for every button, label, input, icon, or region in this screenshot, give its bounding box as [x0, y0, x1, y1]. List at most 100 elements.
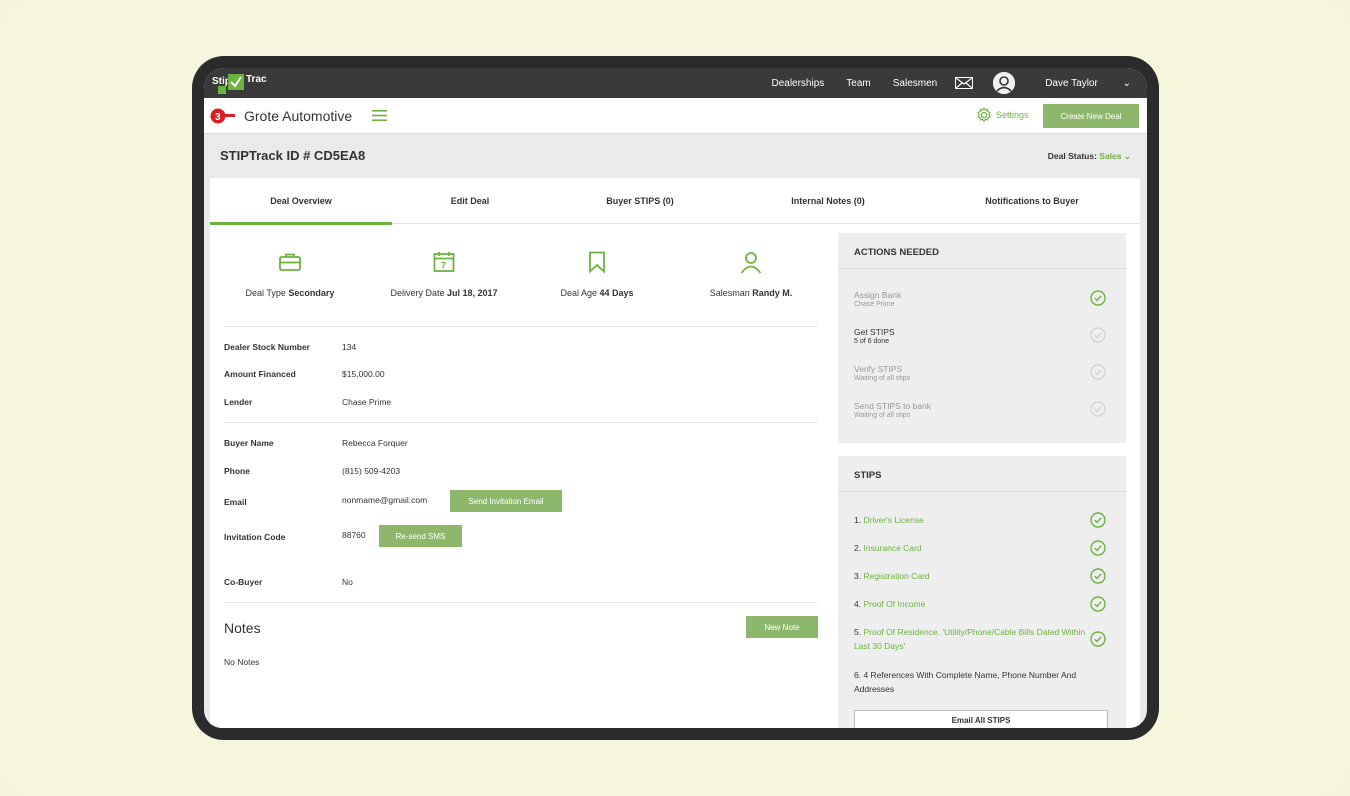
nav-dealerships[interactable]: Dealerships	[771, 78, 824, 89]
stip-link[interactable]: Registration Card	[863, 571, 929, 581]
detail-value: Chase Prime	[342, 397, 392, 407]
stip-number: 6.	[854, 670, 862, 680]
action-subtitle: Waiting of all stips	[854, 412, 911, 419]
stip-number: 3.	[854, 571, 862, 581]
stip-number: 5.	[854, 627, 862, 637]
settings-label: Settings	[996, 110, 1029, 120]
summary-delivery-date-text: Delivery Date Jul 18, 2017	[369, 288, 519, 298]
detail-value: nonmame@gmail.com	[342, 495, 428, 505]
summary-deal-age-text: Deal Age 44 Days	[522, 288, 672, 298]
deal-tabs: Deal Overview Edit Deal Buyer STIPS (0) …	[210, 178, 1140, 225]
stip-item[interactable]: 5. Proof Of Residence. 'Utility/Phone/Ca…	[854, 625, 1106, 653]
action-title: Get STIPS	[854, 327, 895, 337]
check-circle-icon	[1090, 290, 1106, 306]
tablet-frame: Stip Trac Dealerships Team Salesmen Dave…	[192, 56, 1159, 740]
detail-value: (815) 509-4203	[342, 466, 401, 476]
detail-label: Email	[224, 497, 247, 507]
tab-deal-overview[interactable]: Deal Overview	[210, 178, 392, 225]
mail-icon[interactable]	[955, 77, 974, 89]
new-note-button[interactable]: New Note	[746, 616, 818, 638]
summary-delivery-date: 7 Delivery Date Jul 18, 2017	[369, 238, 519, 298]
user-menu-chevron-down-icon: ⌄	[1122, 77, 1131, 89]
check-circle-icon	[1090, 364, 1106, 380]
nav-team[interactable]: Team	[846, 78, 870, 89]
settings-link[interactable]: Settings	[976, 107, 1029, 123]
stiptrac-logo[interactable]: Stip Trac	[210, 70, 270, 96]
stip-item[interactable]: 3. Registration Card	[854, 568, 1114, 584]
action-item-send-stips-to-bank[interactable]: Send STIPS to bank Waiting of all stips	[854, 401, 1114, 419]
deal-panel: Deal Overview Edit Deal Buyer STIPS (0) …	[210, 178, 1140, 728]
user-avatar-icon[interactable]	[993, 72, 1016, 94]
svg-text:3: 3	[215, 112, 221, 123]
actions-needed-title: ACTIONS NEEDED	[838, 233, 1126, 269]
check-circle-icon	[1090, 401, 1106, 417]
stip-number: 2.	[854, 543, 862, 553]
detail-label: Amount Financed	[224, 369, 296, 379]
tab-buyer-stips[interactable]: Buyer STIPS (0)	[548, 178, 732, 224]
summary-deal-type-value: Secondary	[288, 288, 335, 298]
summary-deal-type-text: Deal Type Secondary	[215, 288, 365, 298]
top-nav: Dealerships Team Salesmen Dave Taylor ⌄	[749, 68, 1131, 98]
deal-status-dropdown[interactable]: Deal Status: Sales ⌄	[1048, 151, 1131, 162]
dealer-header: 3 Grote Automotive Settings Create New D…	[204, 98, 1147, 134]
dealer-logo-icon: 3	[210, 108, 235, 124]
stip-item[interactable]: 4. Proof Of Income	[854, 596, 1114, 612]
app-screen: Stip Trac Dealerships Team Salesmen Dave…	[204, 68, 1147, 728]
stip-link[interactable]: Proof Of Income	[863, 599, 925, 609]
briefcase-icon	[279, 253, 301, 271]
calendar-day: 7	[441, 261, 446, 271]
nav-salesmen[interactable]: Salesmen	[893, 78, 937, 89]
user-name: Dave Taylor	[1045, 77, 1098, 89]
gear-icon	[977, 107, 991, 123]
detail-label: Invitation Code	[224, 532, 286, 542]
tab-notifications-to-buyer[interactable]: Notifications to Buyer	[924, 178, 1140, 224]
summary-delivery-date-value: Jul 18, 2017	[447, 288, 498, 298]
tab-edit-deal[interactable]: Edit Deal	[392, 178, 548, 224]
summary-deal-type-label: Deal Type	[245, 288, 286, 298]
stip-item[interactable]: 6. 4 References With Complete Name, Phon…	[854, 668, 1090, 696]
dealer-name: Grote Automotive	[244, 108, 353, 124]
check-circle-icon	[1090, 512, 1106, 528]
top-navbar: Stip Trac Dealerships Team Salesmen Dave…	[204, 68, 1147, 98]
stip-number: 1.	[854, 515, 862, 525]
action-title: Send STIPS to bank	[854, 401, 932, 411]
deal-id-title: STIPTrack ID # CD5EA8	[220, 148, 366, 163]
stip-link[interactable]: Driver's License	[863, 515, 923, 525]
detail-value: Rebecca Forquer	[342, 438, 408, 448]
email-all-stips-button[interactable]: Email All STIPS	[854, 710, 1108, 728]
hamburger-menu-icon[interactable]	[372, 110, 387, 121]
summary-salesman: Salesman Randy M.	[676, 238, 826, 298]
check-circle-icon	[1090, 568, 1106, 584]
detail-label: Co-Buyer	[224, 577, 263, 587]
summary-deal-age-label: Deal Age	[560, 288, 597, 298]
action-subtitle: 5 of 6 done	[854, 338, 890, 345]
action-subtitle: Waiting of all stips	[854, 375, 911, 382]
summary-salesman-label: Salesman	[709, 288, 750, 298]
detail-label: Dealer Stock Number	[224, 342, 310, 352]
stip-item[interactable]: 1. Driver's License	[854, 512, 1114, 528]
action-title: Verify STIPS	[854, 364, 903, 374]
detail-label: Buyer Name	[224, 438, 274, 448]
divider	[224, 422, 818, 423]
logo-text-trac: Trac	[246, 74, 267, 85]
check-circle-icon	[1090, 631, 1106, 647]
no-notes-text: No Notes	[224, 657, 260, 667]
person-icon	[740, 252, 762, 274]
check-circle-icon	[1090, 327, 1106, 343]
resend-sms-button[interactable]: Re-send SMS	[379, 525, 462, 547]
detail-label: Lender	[224, 397, 253, 407]
summary-deal-age-value: 44 Days	[599, 288, 634, 298]
send-invitation-email-button[interactable]: Send Invitation Email	[450, 490, 562, 512]
actions-needed-panel: ACTIONS NEEDED Assign Bank Chase Prime G…	[838, 233, 1126, 443]
action-item-get-stips[interactable]: Get STIPS 5 of 6 done	[854, 327, 1114, 345]
tab-internal-notes[interactable]: Internal Notes (0)	[732, 178, 924, 224]
calendar-icon: 7	[433, 252, 455, 272]
bookmark-icon	[589, 251, 605, 274]
create-new-deal-button[interactable]: Create New Deal	[1043, 104, 1139, 128]
stip-link[interactable]: Insurance Card	[863, 543, 921, 553]
stip-item[interactable]: 2. Insurance Card	[854, 540, 1114, 556]
stip-link[interactable]: Proof Of Residence. 'Utility/Phone/Cable…	[854, 627, 1085, 651]
action-item-verify-stips[interactable]: Verify STIPS Waiting of all stips	[854, 364, 1114, 382]
action-item-assign-bank[interactable]: Assign Bank Chase Prime	[854, 290, 1114, 308]
user-menu[interactable]: Dave Taylor ⌄	[1023, 78, 1131, 89]
